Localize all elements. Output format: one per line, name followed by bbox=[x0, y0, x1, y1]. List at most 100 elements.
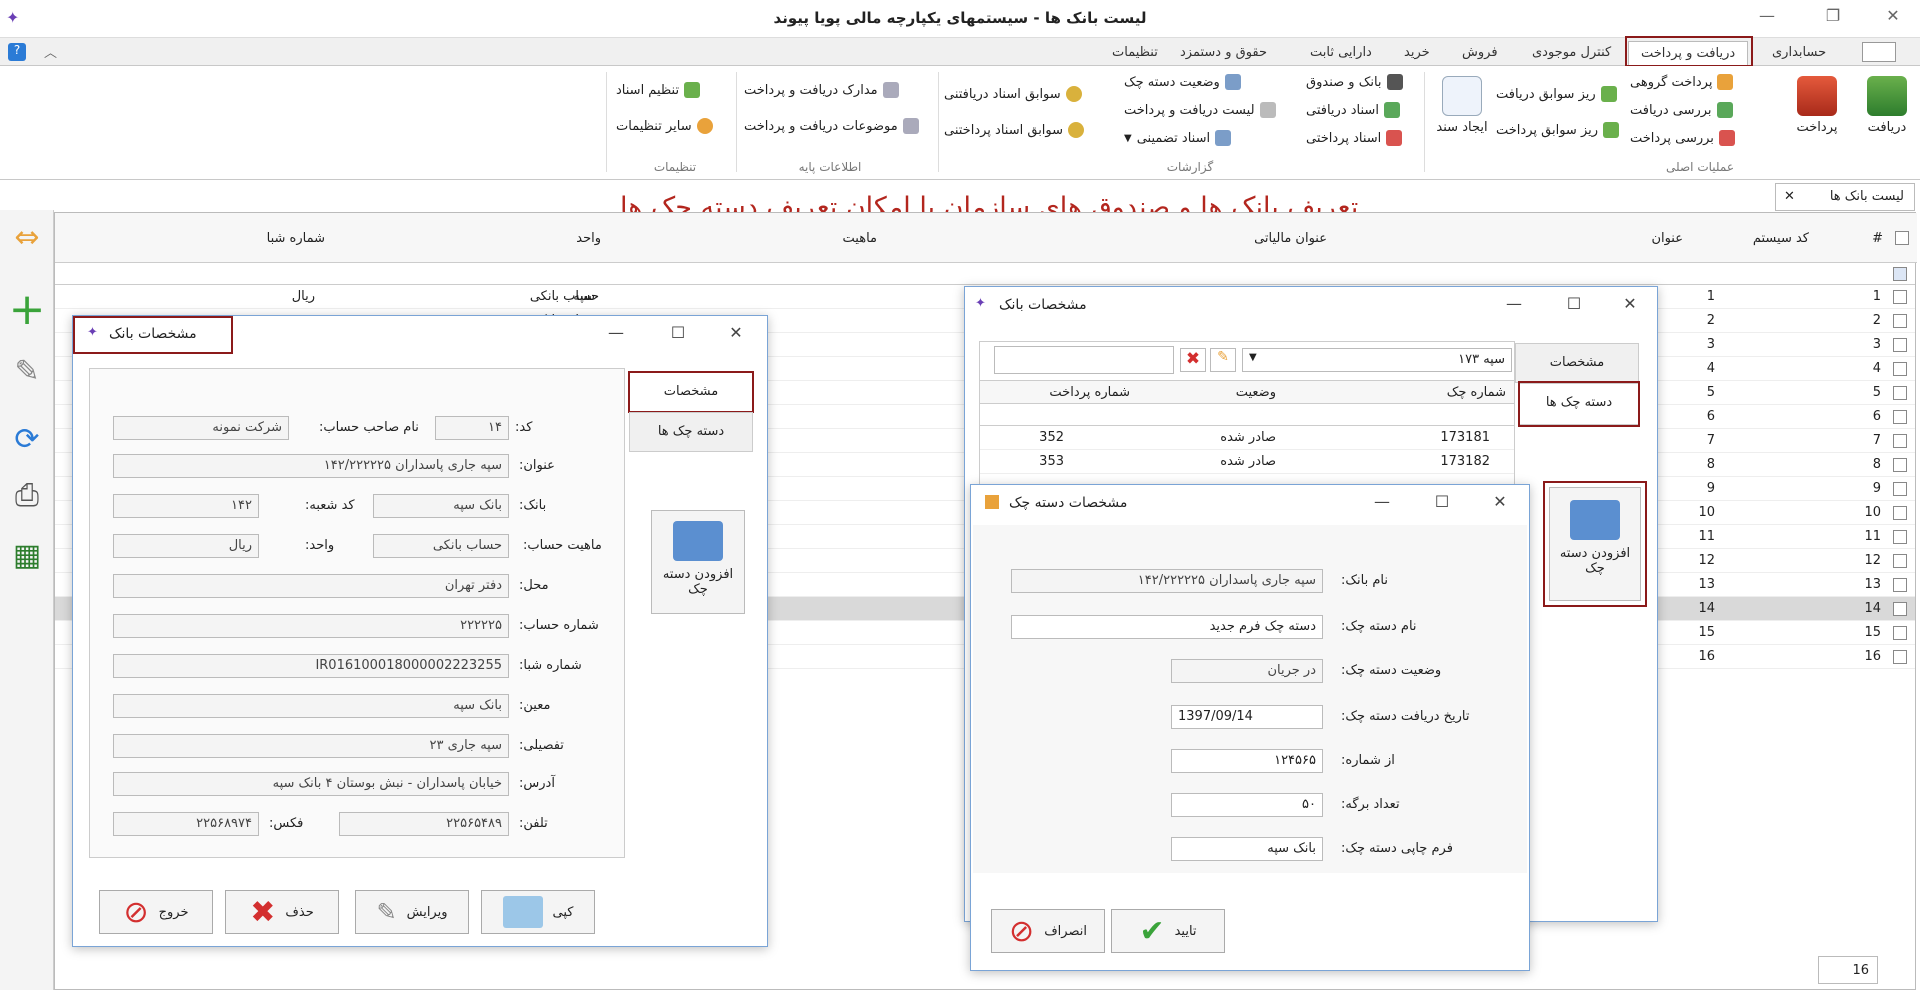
minimize-icon[interactable]: — bbox=[1752, 6, 1782, 30]
header-tax-title[interactable]: عنوان مالیاتی bbox=[883, 213, 1333, 263]
row-checkbox[interactable] bbox=[1893, 434, 1907, 448]
checkbook-status-button[interactable]: وضعیت دسته چک bbox=[1124, 74, 1241, 90]
detail-pay-button[interactable]: ریز سوابق پرداخت bbox=[1496, 122, 1620, 138]
maximize-icon[interactable]: ☐ bbox=[1561, 294, 1587, 318]
row-checkbox[interactable] bbox=[1893, 602, 1907, 616]
edit-doc-icon[interactable]: ✎ bbox=[1210, 348, 1236, 372]
header-nature[interactable]: ماهیت bbox=[607, 213, 883, 263]
doc-tab-bank-list[interactable]: لیست بانک ها ✕ bbox=[1775, 183, 1915, 211]
checkbook-date-field[interactable]: 1397/09/14 bbox=[1171, 705, 1323, 729]
bank-select[interactable]: بانک سپه bbox=[373, 494, 509, 518]
close-icon[interactable]: ✕ bbox=[1617, 294, 1643, 318]
row-checkbox[interactable] bbox=[1893, 338, 1907, 352]
copy-button[interactable]: کپی bbox=[481, 890, 595, 934]
checkbook-name-field[interactable]: دسته چک فرم جدید bbox=[1011, 615, 1323, 639]
exit-button[interactable]: خروج ⊘ bbox=[99, 890, 213, 934]
table-row[interactable]: 173182 صادر شده 353 bbox=[980, 450, 1514, 474]
expand-arrows-icon[interactable]: ⇔ bbox=[7, 218, 47, 258]
edit-button[interactable]: ویرایش ✎ bbox=[355, 890, 469, 934]
filter-row[interactable] bbox=[55, 263, 1915, 285]
help-icon[interactable]: ? bbox=[8, 43, 26, 61]
layout-icon[interactable] bbox=[1862, 42, 1896, 62]
group-pay-button[interactable]: پرداخت گروهی bbox=[1630, 74, 1734, 90]
close-tab-icon[interactable]: ✕ bbox=[1784, 189, 1795, 204]
code-field[interactable]: ۱۴ bbox=[435, 416, 509, 440]
phone-field[interactable]: ۲۲۵۶۵۴۸۹ bbox=[339, 812, 509, 836]
delete-x-icon[interactable]: ✖ bbox=[1180, 348, 1206, 372]
review-receive-button[interactable]: بررسی دریافت bbox=[1630, 102, 1733, 118]
cancel-button[interactable]: انصراف ⊘ bbox=[991, 909, 1105, 953]
restore-icon[interactable]: ❐ bbox=[1818, 6, 1848, 30]
history-receive-button[interactable]: سوابق اسناد دریافتنی bbox=[944, 86, 1082, 102]
header-title[interactable]: عنوان bbox=[1333, 213, 1689, 263]
receive-docs-button[interactable]: اسناد دریافتی bbox=[1306, 102, 1400, 118]
sheba-field[interactable]: IR016100018000002223255 bbox=[113, 654, 509, 678]
branch-field[interactable]: ۱۴۲ bbox=[113, 494, 259, 518]
place-select[interactable]: دفتر تهران bbox=[113, 574, 509, 598]
row-checkbox[interactable] bbox=[1893, 482, 1907, 496]
tab-checkbooks[interactable]: دسته چک ها bbox=[629, 412, 753, 452]
print-icon[interactable]: ⎙ bbox=[7, 476, 47, 516]
minimize-icon[interactable]: — bbox=[1369, 492, 1395, 516]
row-checkbox[interactable] bbox=[1893, 506, 1907, 520]
row-checkbox[interactable] bbox=[1893, 410, 1907, 424]
tafsili-select[interactable]: سپه جاری ۲۳ bbox=[113, 734, 509, 758]
address-field[interactable]: خیابان پاسداران - نبش بوستان ۴ بانک سپه bbox=[113, 772, 509, 796]
print-form-select[interactable]: بانک سپه bbox=[1171, 837, 1323, 861]
delete-button[interactable]: حذف ✖ bbox=[225, 890, 339, 934]
tab-accounting[interactable]: حسابداری bbox=[1760, 41, 1838, 66]
row-checkbox[interactable] bbox=[1893, 314, 1907, 328]
row-checkbox[interactable] bbox=[1893, 578, 1907, 592]
close-icon[interactable]: ✕ bbox=[723, 323, 749, 347]
maximize-icon[interactable]: ☐ bbox=[665, 323, 691, 347]
unit-select[interactable]: ریال bbox=[113, 534, 259, 558]
add-checkbook-button[interactable]: افزودن دسته چک bbox=[651, 510, 745, 614]
title-field[interactable]: سپه جاری پاسداران ۱۴۲/۲۲۲۲۲۵ bbox=[113, 454, 509, 478]
filter-row[interactable] bbox=[980, 404, 1514, 426]
table-row[interactable]: 173181 صادر شده 352 bbox=[980, 426, 1514, 450]
edit-icon[interactable]: ✎ bbox=[7, 352, 47, 392]
pay-docs-button[interactable]: اسناد پرداختی bbox=[1306, 130, 1403, 146]
header-code[interactable]: کد سیستم bbox=[1689, 213, 1815, 263]
sheet-count-stepper[interactable]: ۵۰ bbox=[1171, 793, 1323, 817]
guarantee-docs-button[interactable]: اسناد تضمینی ▼ bbox=[1124, 130, 1232, 146]
bank-cash-button[interactable]: بانک و صندوق bbox=[1306, 74, 1403, 90]
checkbook-select[interactable]: سپه ۱۷۳ ▼ bbox=[1242, 348, 1512, 372]
checkbook-status-select[interactable]: در جریان bbox=[1171, 659, 1323, 683]
filter-icon[interactable] bbox=[1893, 267, 1907, 281]
close-icon[interactable]: ✕ bbox=[1487, 492, 1513, 516]
row-checkbox[interactable] bbox=[1893, 458, 1907, 472]
nature-select[interactable]: حساب بانکی bbox=[373, 534, 509, 558]
minimize-icon[interactable]: — bbox=[1501, 294, 1527, 318]
tab-details[interactable]: مشخصات bbox=[1515, 343, 1639, 383]
ok-button[interactable]: تایید ✔ bbox=[1111, 909, 1225, 953]
other-settings-button[interactable]: سایر تنظیمات bbox=[616, 118, 713, 134]
row-checkbox[interactable] bbox=[1893, 626, 1907, 640]
detail-receive-button[interactable]: ریز سوابق دریافت bbox=[1496, 86, 1617, 102]
row-checkbox[interactable] bbox=[1893, 554, 1907, 568]
review-pay-button[interactable]: بررسی پرداخت bbox=[1630, 130, 1735, 146]
header-unit[interactable]: واحد bbox=[331, 213, 607, 263]
row-checkbox[interactable] bbox=[1893, 362, 1907, 376]
doc-setting-button[interactable]: تنظیم اسناد bbox=[616, 82, 701, 98]
excel-export-icon[interactable]: ▦ bbox=[7, 536, 47, 576]
create-doc-button[interactable]: ایجاد سند bbox=[1434, 76, 1490, 135]
receive-button[interactable]: دریافت bbox=[1858, 76, 1916, 135]
refresh-icon[interactable]: ⟳ bbox=[7, 420, 47, 460]
fax-field[interactable]: ۲۲۵۶۸۹۷۴ bbox=[113, 812, 259, 836]
tab-inventory[interactable]: کنترل موجودی bbox=[1520, 41, 1623, 66]
tab-payroll[interactable]: حقوق و دستمزد bbox=[1168, 41, 1279, 66]
moein-select[interactable]: بانک سپه bbox=[113, 694, 509, 718]
account-number-field[interactable]: ۲۲۲۲۲۵ bbox=[113, 614, 509, 638]
minimize-icon[interactable]: — bbox=[603, 323, 629, 347]
tab-sales[interactable]: فروش bbox=[1450, 41, 1510, 66]
tab-settings[interactable]: تنظیمات bbox=[1100, 41, 1170, 66]
header-sheba[interactable]: شماره شبا bbox=[55, 213, 331, 263]
select-all-checkbox[interactable] bbox=[1895, 231, 1909, 245]
owner-field[interactable]: شرکت نمونه bbox=[113, 416, 289, 440]
docs-receive-pay-button[interactable]: مدارک دریافت و پرداخت bbox=[744, 82, 899, 98]
list-receive-pay-button[interactable]: لیست دریافت و پرداخت bbox=[1124, 102, 1276, 118]
header-num[interactable]: # bbox=[1815, 213, 1889, 263]
topics-receive-pay-button[interactable]: موضوعات دریافت و پرداخت bbox=[744, 118, 919, 134]
tab-purchase[interactable]: خرید bbox=[1392, 41, 1442, 66]
